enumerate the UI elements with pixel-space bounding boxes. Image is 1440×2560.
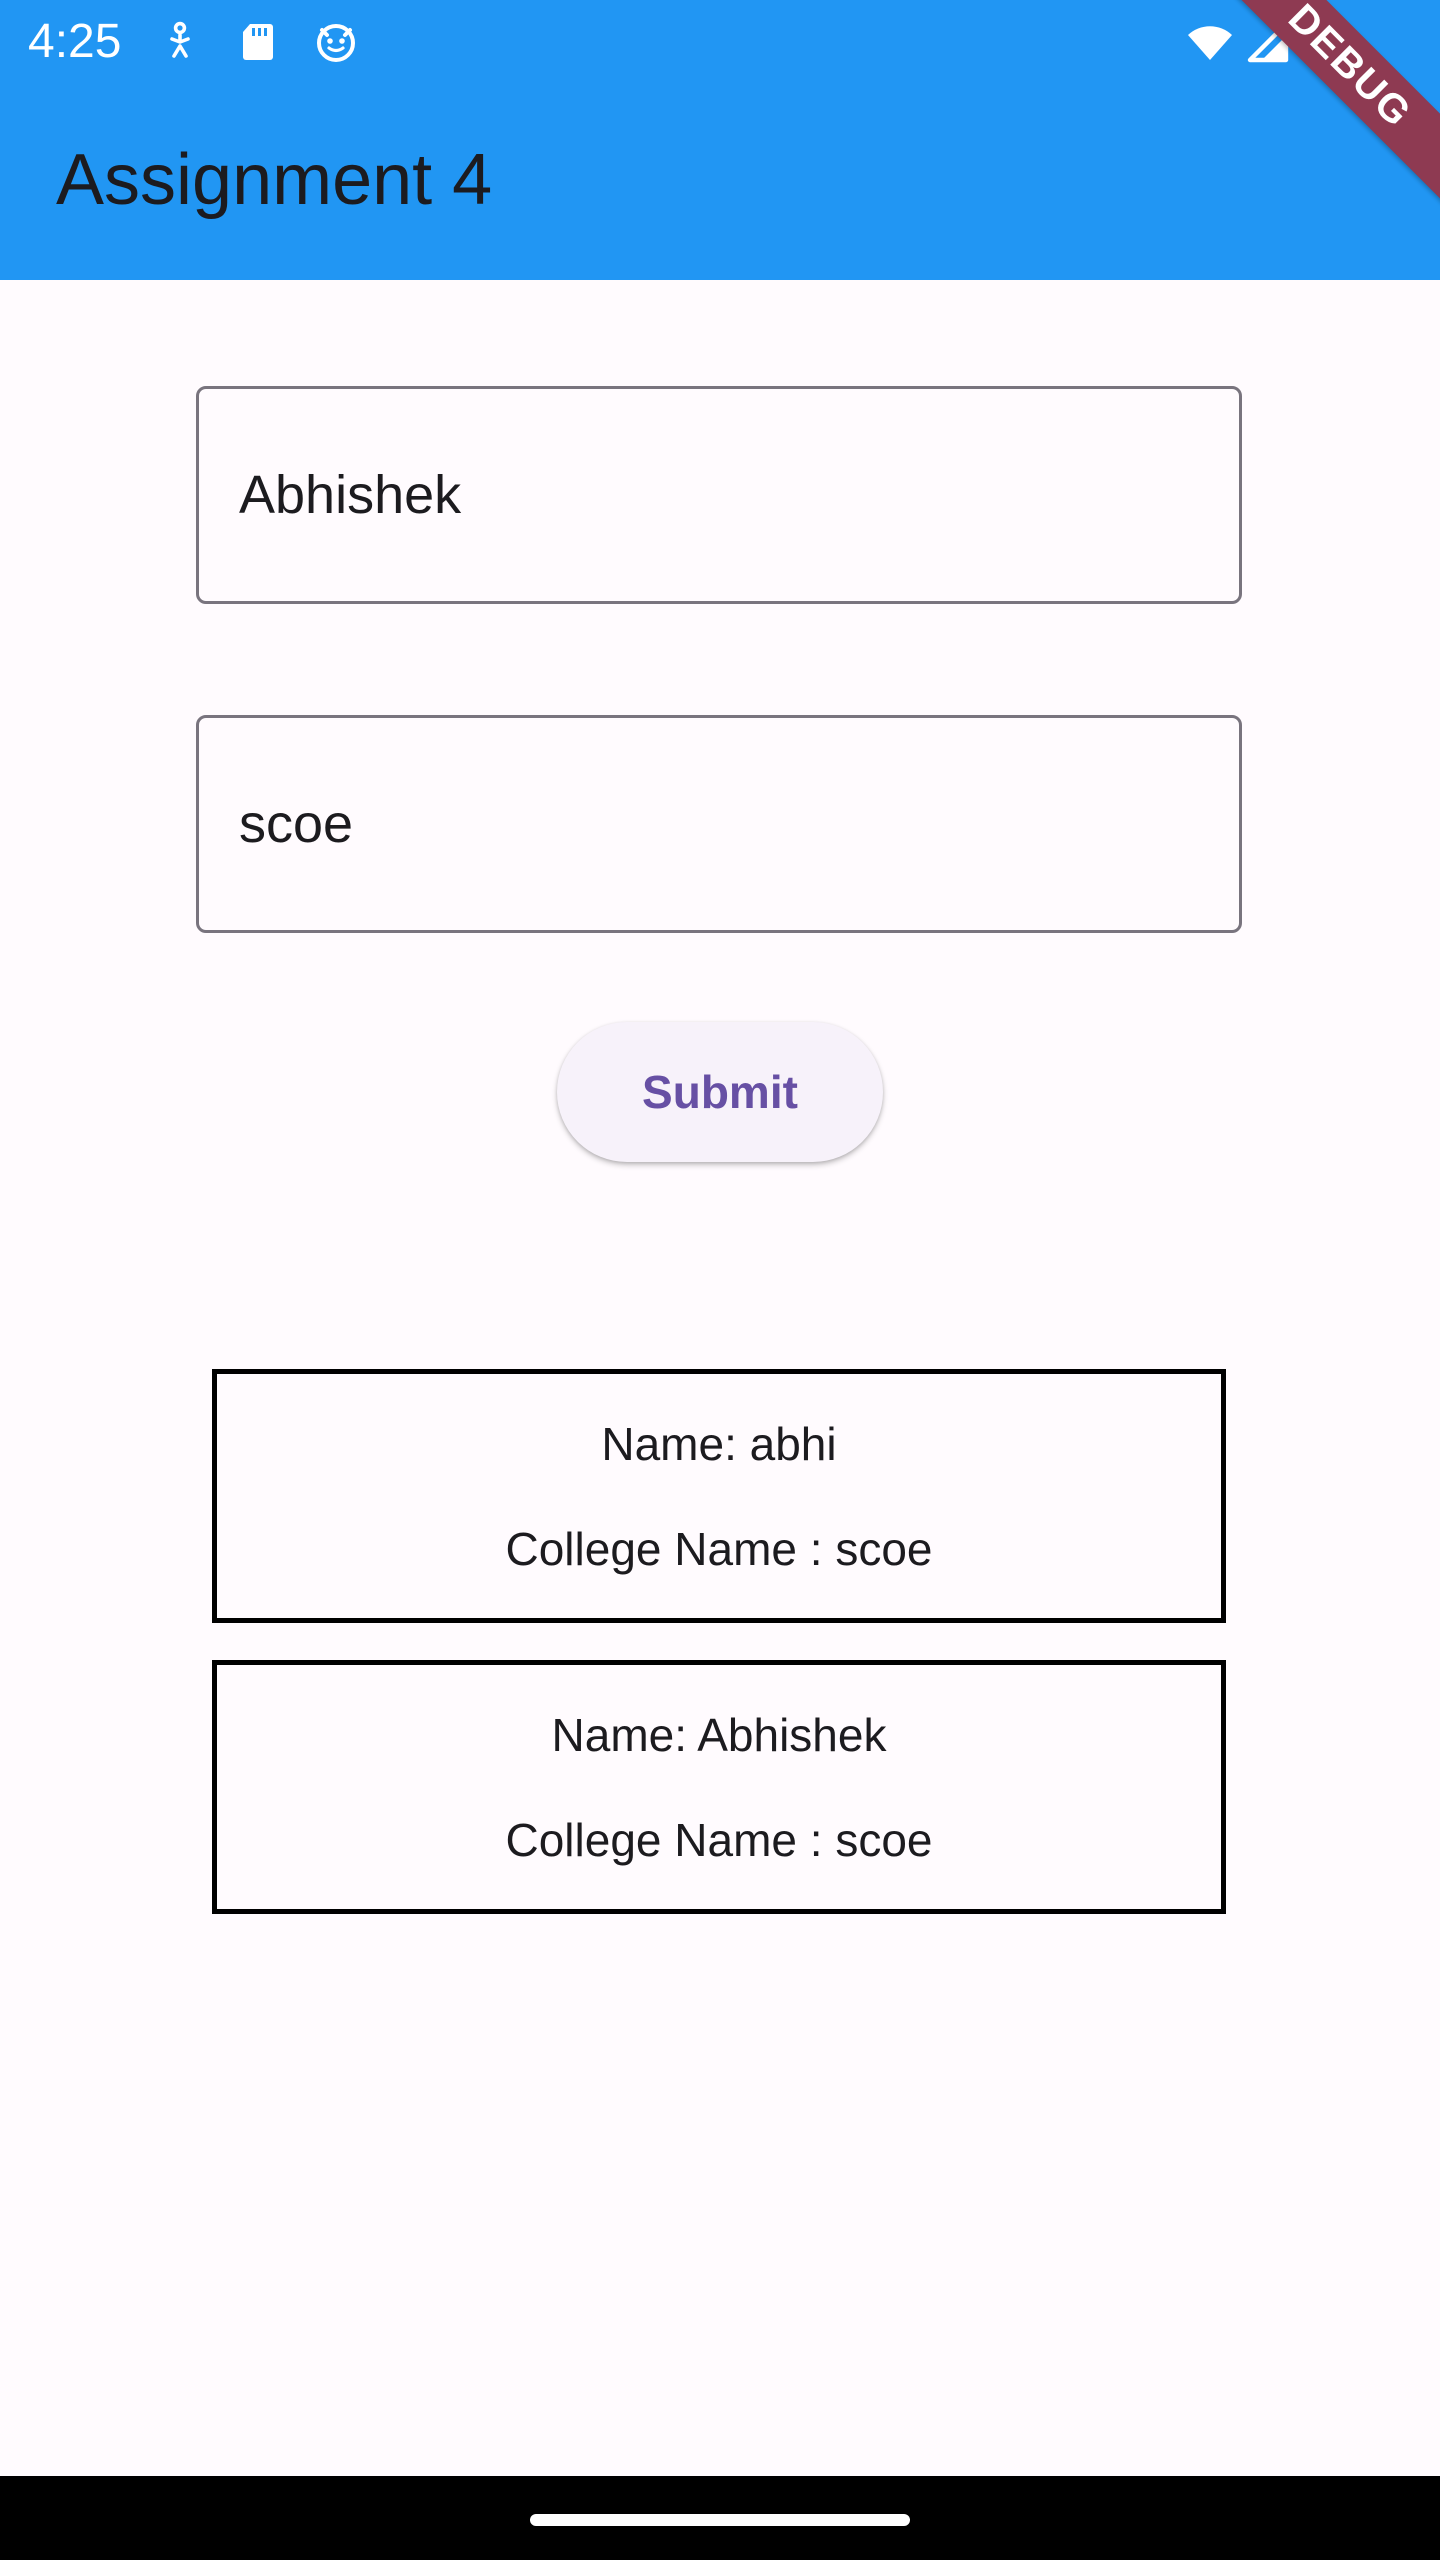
college-input[interactable]	[239, 718, 1199, 930]
debug-app-icon	[312, 18, 360, 66]
record-college: College Name : scoe	[505, 1523, 933, 1575]
record-card: Name: abhi College Name : scoe	[212, 1369, 1226, 1623]
home-gesture-handle[interactable]	[530, 2514, 910, 2526]
status-time: 4:25	[28, 15, 122, 68]
page-title: Assignment 4	[56, 140, 493, 220]
submit-button[interactable]: Submit	[557, 1022, 883, 1162]
app-screen: 4:25 Assignment 4 DEBUG Abhishek scoe Su…	[0, 0, 1440, 2560]
accessibility-icon	[156, 18, 204, 66]
sd-card-icon	[234, 18, 282, 66]
record-name: Name: abhi	[601, 1418, 837, 1470]
college-field[interactable]	[196, 715, 1242, 933]
record-card: Name: Abhishek College Name : scoe	[212, 1660, 1226, 1914]
navigation-bar	[0, 2476, 1440, 2560]
wifi-icon	[1186, 18, 1234, 66]
name-input[interactable]	[239, 389, 1199, 601]
app-bar: 4:25 Assignment 4	[0, 0, 1440, 280]
record-college: College Name : scoe	[505, 1814, 933, 1866]
name-field[interactable]	[196, 386, 1242, 604]
record-name: Name: Abhishek	[551, 1709, 887, 1761]
status-bar: 4:25	[0, 0, 1440, 84]
